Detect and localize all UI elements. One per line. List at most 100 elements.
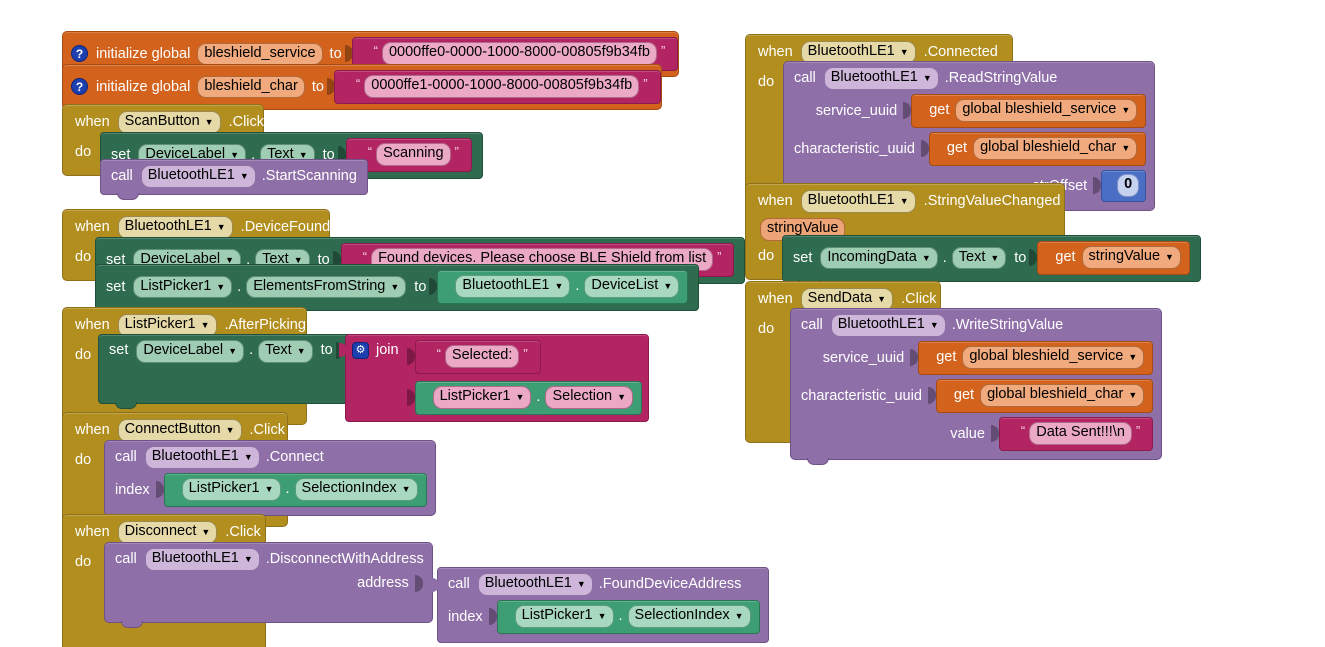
method-name: .FoundDeviceAddress [598,576,742,593]
property-dropdown[interactable]: DeviceList ▼ [584,275,680,298]
text-value-field[interactable]: 0000ffe1-0000-1000-8000-00805f9b34fb [364,75,640,98]
plug [927,348,936,366]
component-dropdown[interactable]: ListPicker1 ▼ [181,477,281,501]
block-call-writestringvalue[interactable]: call BluetoothLE1 ▼ .WriteStringValue ser… [790,308,1163,465]
method-name: .ReadStringValue [944,70,1058,87]
plug [1046,248,1055,266]
getter-global-bleshield-service[interactable]: get global bleshield_service ▼ [918,340,1154,375]
plug [505,607,515,625]
quote-close: ” [717,248,722,264]
event-name: .Click [228,114,265,131]
to-label: to [414,278,427,295]
component-dropdown[interactable]: BluetoothLE1 ▼ [455,275,571,298]
gear-icon[interactable]: ⚙ [352,342,369,359]
help-icon[interactable]: ? [71,78,88,96]
block-call-connect[interactable]: call BluetoothLE1 ▼ .Connect index ListPi… [104,440,436,521]
text-value-field[interactable]: 0000ffe0-0000-1000-8000-00805f9b34fb [381,42,657,65]
dot: . [618,608,623,625]
getter-listpicker-selectionindex[interactable]: ListPicker1 ▼ . SelectionIndex ▼ [163,472,427,507]
component-dropdown[interactable]: BluetoothLE1 ▼ [477,573,593,596]
arg-label: value [950,425,985,442]
when-keyword: when [75,317,110,334]
property-dropdown[interactable]: ElementsFromString ▼ [246,275,407,299]
component-dropdown[interactable]: BluetoothLE1 ▼ [144,446,260,469]
arg-label: characteristic_uuid [794,140,915,157]
value-socket [920,140,929,158]
text-block-char-uuid[interactable]: “ 0000ffe1-0000-1000-8000-00805f9b34fb ” [333,70,661,104]
getter-global-bleshield-char[interactable]: get global bleshield_char ▼ [928,131,1147,166]
text-value-field[interactable]: Scanning [376,143,451,166]
text-block-data-sent[interactable]: “ Data Sent!!!\n ” [998,416,1154,451]
value-socket [910,349,919,367]
block-call-founddeviceaddress[interactable]: call BluetoothLE1 ▼ .FoundDeviceAddress i… [431,567,769,643]
variable-dropdown[interactable]: global bleshield_service ▼ [955,98,1138,122]
component-dropdown[interactable]: BluetoothLE1 ▼ [823,67,939,90]
variable-dropdown[interactable]: global bleshield_char ▼ [980,383,1145,407]
component-dropdown[interactable]: ConnectButton ▼ [117,419,242,442]
when-keyword: when [758,44,793,61]
property-dropdown[interactable]: SelectionIndex ▼ [294,477,418,501]
quote-open: “ [362,248,368,264]
component-dropdown[interactable]: ScanButton ▼ [117,111,221,134]
number-block-zero[interactable]: 0 [1101,169,1147,202]
chevron-down-icon: ▼ [228,346,238,357]
value-socket [429,278,438,296]
property-dropdown[interactable]: Selection ▼ [545,385,634,409]
property-dropdown[interactable]: Text ▼ [951,246,1007,270]
component-dropdown[interactable]: IncomingData ▼ [820,246,938,270]
initialize-global-label: initialize global [96,78,191,95]
global-var-name-field[interactable]: bleshield_service [197,42,323,66]
event-name: .Connected [923,44,998,61]
getter-listpicker-selection[interactable]: ListPicker1 ▼ . Selection ▼ [414,380,643,415]
join-label: join [376,342,399,358]
event-name: .StringValueChanged [923,193,1061,210]
to-label: to [311,78,324,95]
call-keyword: call [115,551,137,568]
get-keyword: get [1055,249,1076,266]
global-var-name-field[interactable]: bleshield_char [197,75,305,99]
getter-bluetoothle-devicelist[interactable]: BluetoothLE1 ▼ . DeviceList ▼ [437,270,689,304]
component-dropdown[interactable]: BluetoothLE1 ▼ [117,216,233,239]
property-dropdown[interactable]: SelectionIndex ▼ [627,604,751,628]
help-icon[interactable]: ? [71,45,88,63]
text-block-selected[interactable]: “ Selected: ” [414,340,541,374]
blocks-workspace[interactable]: ? initialize global bleshield_service to… [0,0,1325,647]
plug [339,341,348,359]
when-keyword: when [75,114,110,131]
method-name: .WriteStringValue [951,317,1064,334]
variable-dropdown[interactable]: stringValue ▼ [1081,246,1181,269]
chevron-down-icon: ▼ [1128,352,1138,363]
component-dropdown[interactable]: BluetoothLE1 ▼ [830,314,946,337]
text-value-field[interactable]: Selected: [444,345,520,368]
chevron-down-icon: ▼ [200,320,210,331]
property-dropdown[interactable]: Text ▼ [258,340,313,363]
component-dropdown[interactable]: ListPicker1 ▼ [514,604,614,628]
arg-label: address [357,575,409,592]
getter-global-bleshield-char[interactable]: get global bleshield_char ▼ [935,378,1154,413]
block-set-incomingdata-text[interactable]: set IncomingData ▼ . Text ▼ to get stringV… [782,235,1201,287]
component-dropdown[interactable]: Disconnect ▼ [117,521,218,544]
block-set-listpicker-elements[interactable]: set ListPicker1 ▼ . ElementsFromString ▼ t… [95,264,700,316]
component-dropdown[interactable]: BluetoothLE1 ▼ [144,548,260,571]
block-join[interactable]: ⚙ join “ Selected: ” ListPicker1 ▼ . Sel… [339,334,650,422]
text-value-field[interactable]: Data Sent!!!\n [1029,421,1132,445]
argument-index: index ListPicker1 ▼ . SelectionIndex ▼ [448,599,760,634]
getter-global-bleshield-service[interactable]: get global bleshield_service ▼ [911,93,1147,128]
block-call-startscanning[interactable]: call BluetoothLE1 ▼ .StartScanning [100,159,368,200]
chevron-down-icon: ▼ [663,281,673,292]
quote-open: “ [355,75,361,91]
chevron-down-icon: ▼ [899,47,909,58]
variable-dropdown[interactable]: global bleshield_service ▼ [962,345,1145,369]
getter-stringvalue[interactable]: get stringValue ▼ [1037,241,1190,275]
component-dropdown[interactable]: ListPicker1 ▼ [133,275,233,299]
component-dropdown[interactable]: BluetoothLE1 ▼ [140,165,256,188]
component-dropdown[interactable]: ListPicker1 ▼ [432,385,532,409]
getter-listpicker-selectionindex[interactable]: ListPicker1 ▼ . SelectionIndex ▼ [496,599,760,634]
variable-dropdown[interactable]: global bleshield_char ▼ [973,136,1138,160]
block-set-devicelabel-text-join[interactable]: set DeviceLabel ▼ . Text ▼ to [98,334,356,409]
component-dropdown[interactable]: DeviceLabel ▼ [136,340,245,363]
block-call-disconnectwithaddress[interactable]: call BluetoothLE1 ▼ .DisconnectWithAddres… [104,542,433,628]
number-field[interactable]: 0 [1117,173,1140,197]
component-dropdown[interactable]: BluetoothLE1 ▼ [800,190,916,213]
method-name: .Connect [265,449,324,466]
